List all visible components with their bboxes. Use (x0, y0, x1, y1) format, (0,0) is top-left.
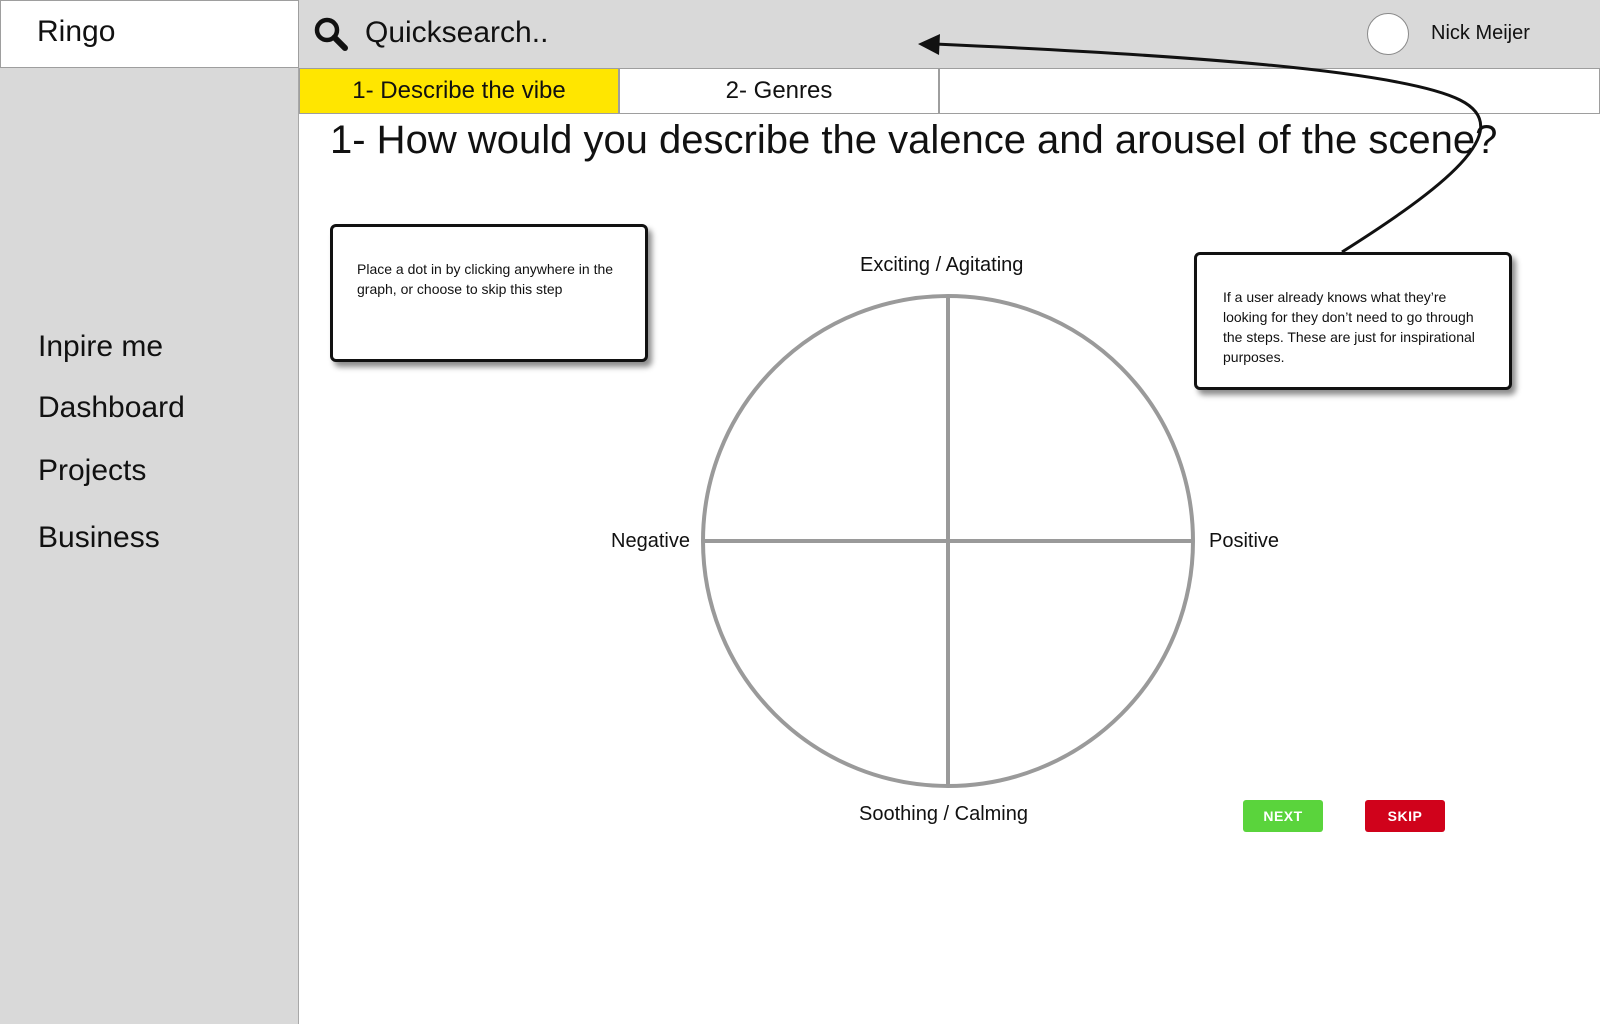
skip-button[interactable]: SKIP (1365, 800, 1445, 832)
axis-label-right: Positive (1209, 530, 1280, 552)
axis-label-left: Negative (611, 530, 690, 552)
axis-label-top: Exciting / Agitating (860, 254, 1024, 276)
axis-label-bottom: Soothing / Calming (859, 803, 1028, 825)
next-button[interactable]: NEXT (1243, 800, 1323, 832)
valence-arousal-graph[interactable] (700, 293, 1196, 789)
arrow-head-icon (918, 34, 940, 55)
